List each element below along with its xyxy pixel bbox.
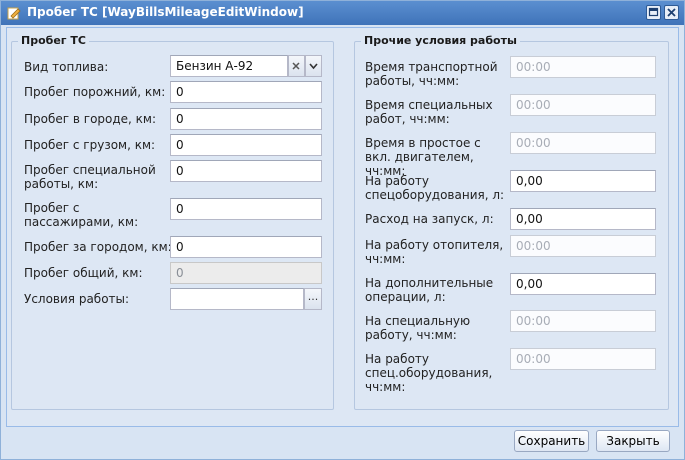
- other-conditions-legend: Прочие условия работы: [361, 34, 520, 47]
- suburban-mileage-label: Пробег за городом, км:: [24, 240, 172, 254]
- close-button[interactable]: Закрыть: [596, 430, 670, 452]
- idle-time-label: Время в простое с вкл. двигателем, чч:мм…: [365, 136, 481, 178]
- special-work-time-input[interactable]: 00:00: [510, 310, 656, 332]
- suburban-mileage-input[interactable]: 0: [170, 236, 322, 258]
- equipment-time-input[interactable]: 00:00: [510, 348, 656, 370]
- passenger-mileage-input[interactable]: 0: [170, 198, 322, 220]
- work-conditions-select-button[interactable]: ...: [304, 288, 322, 310]
- window-titlebar[interactable]: Пробег ТС [WayBillsMileageEditWindow]: [1, 1, 684, 25]
- cargo-mileage-label: Пробег с грузом, км:: [24, 138, 156, 152]
- total-mileage-label: Пробег общий, км:: [24, 266, 143, 280]
- transport-time-input[interactable]: 00:00: [510, 56, 656, 78]
- fuel-dropdown-button[interactable]: [305, 55, 322, 77]
- form-body: Пробег ТС Вид топлива: Бензин А-92 Пробе…: [6, 27, 679, 427]
- maximize-button[interactable]: [646, 5, 661, 20]
- special-work-time-label: На специальную работу, чч:мм:: [365, 314, 471, 342]
- special-mileage-input[interactable]: 0: [170, 160, 322, 182]
- startup-fuel-input[interactable]: 0,00: [510, 208, 656, 230]
- empty-mileage-input[interactable]: 0: [170, 81, 322, 103]
- equipment-fuel-input[interactable]: 0,00: [510, 170, 656, 192]
- close-window-button[interactable]: [664, 5, 679, 20]
- city-mileage-label: Пробег в городе, км:: [24, 112, 157, 126]
- equipment-fuel-label: На работу спецоборудования, л:: [365, 174, 505, 202]
- fuel-type-label: Вид топлива:: [24, 60, 109, 74]
- save-button[interactable]: Сохранить: [514, 430, 589, 452]
- special-works-time-input[interactable]: 00:00: [510, 94, 656, 116]
- maximize-icon: [648, 7, 659, 17]
- city-mileage-input[interactable]: 0: [170, 108, 322, 130]
- clear-fuel-button[interactable]: [288, 55, 305, 77]
- chevron-down-icon: [309, 63, 318, 70]
- transport-time-label: Время транспортной работы, чч:мм:: [365, 60, 498, 88]
- empty-mileage-label: Пробег порожний, км:: [24, 85, 166, 99]
- heater-time-label: На работу отопителя, чч:мм:: [365, 238, 504, 266]
- edit-window-icon: [7, 7, 21, 20]
- passenger-mileage-label: Пробег с пассажирами, км:: [24, 201, 139, 229]
- extra-operations-label: На дополнительные операции, л:: [365, 276, 494, 304]
- extra-operations-input[interactable]: 0,00: [510, 273, 656, 295]
- mileage-legend: Пробег ТС: [18, 34, 89, 47]
- total-mileage-input[interactable]: 0: [170, 262, 322, 284]
- work-conditions-label: Условия работы:: [24, 292, 130, 306]
- clear-icon: [292, 62, 300, 70]
- equipment-time-label: На работу спец.оборудования, чч:мм:: [365, 352, 493, 394]
- cargo-mileage-input[interactable]: 0: [170, 134, 322, 156]
- work-conditions-input[interactable]: [170, 288, 304, 310]
- window-title: Пробег ТС [WayBillsMileageEditWindow]: [27, 5, 304, 19]
- fuel-type-combo[interactable]: Бензин А-92: [170, 55, 288, 77]
- special-mileage-label: Пробег специальной работы, км:: [24, 163, 156, 191]
- special-works-time-label: Время специальных работ, чч:мм:: [365, 98, 493, 126]
- close-icon: [667, 8, 676, 17]
- idle-time-input[interactable]: 00:00: [510, 132, 656, 154]
- startup-fuel-label: Расход на запуск, л:: [365, 212, 494, 226]
- heater-time-input[interactable]: 00:00: [510, 235, 656, 257]
- mileage-edit-window: Пробег ТС [WayBillsMileageEditWindow] Пр…: [0, 0, 685, 460]
